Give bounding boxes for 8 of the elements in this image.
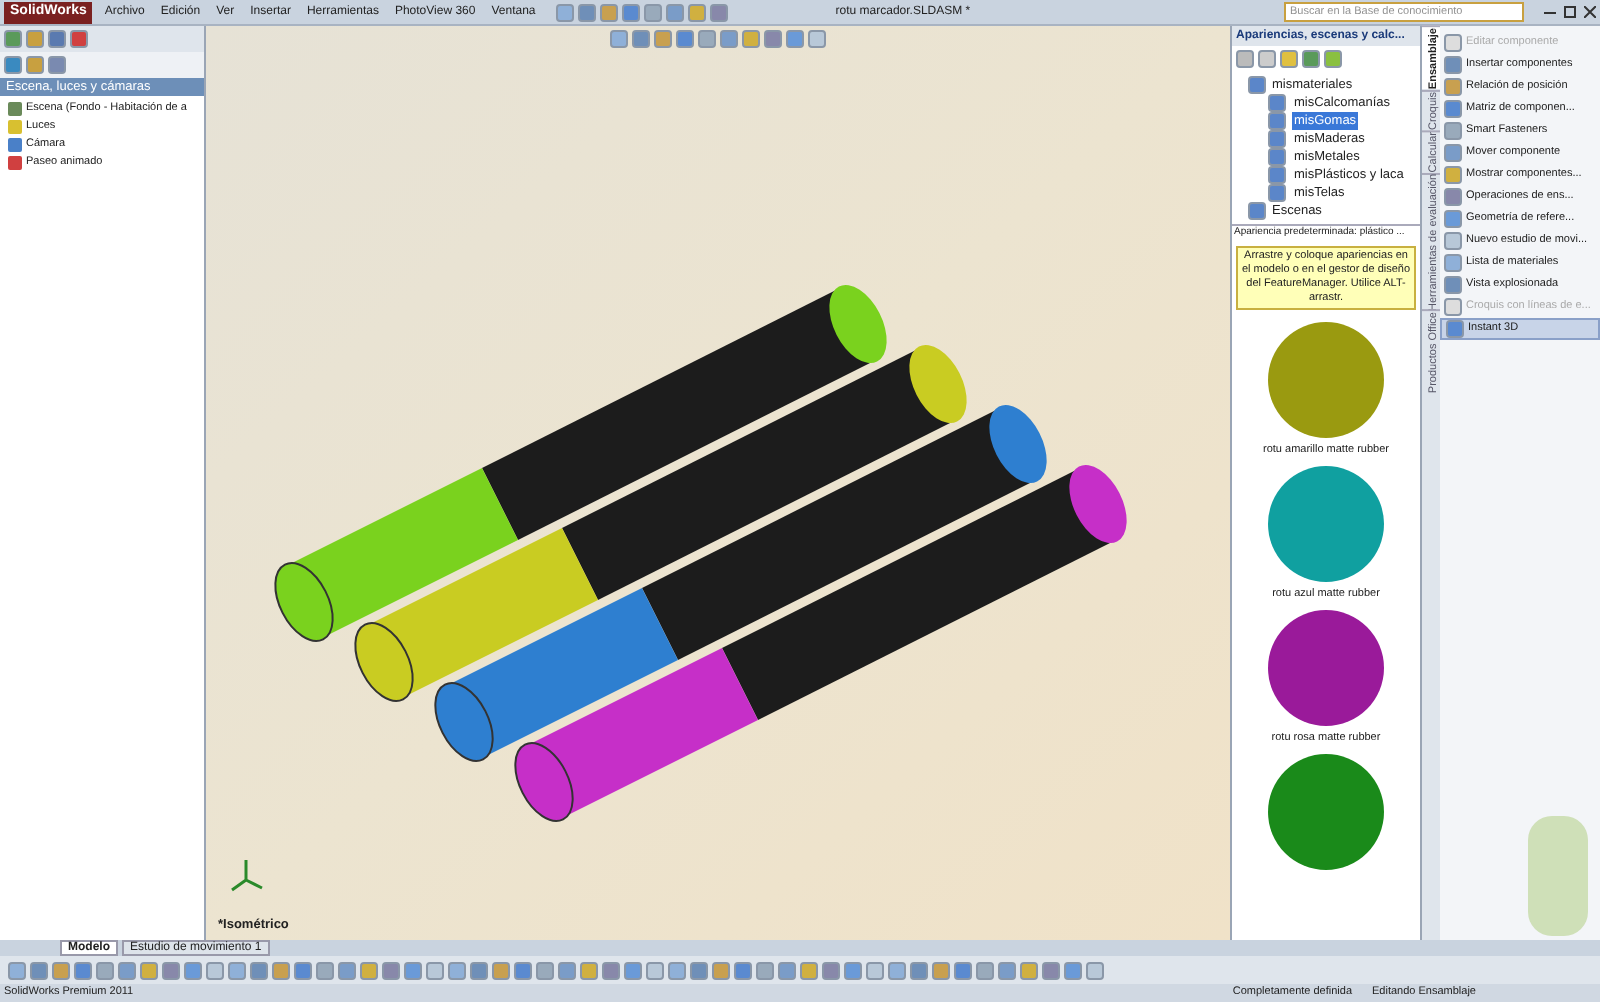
maximize-icon[interactable] [1564, 6, 1576, 18]
tree-node-icon [8, 138, 22, 152]
tree-node-icon [8, 156, 22, 170]
axis-triad-icon [226, 856, 266, 896]
tree-node-icon [8, 120, 22, 134]
tree-node-icon [8, 102, 22, 116]
minimize-icon[interactable] [1544, 11, 1556, 13]
close-icon[interactable] [1584, 6, 1596, 18]
